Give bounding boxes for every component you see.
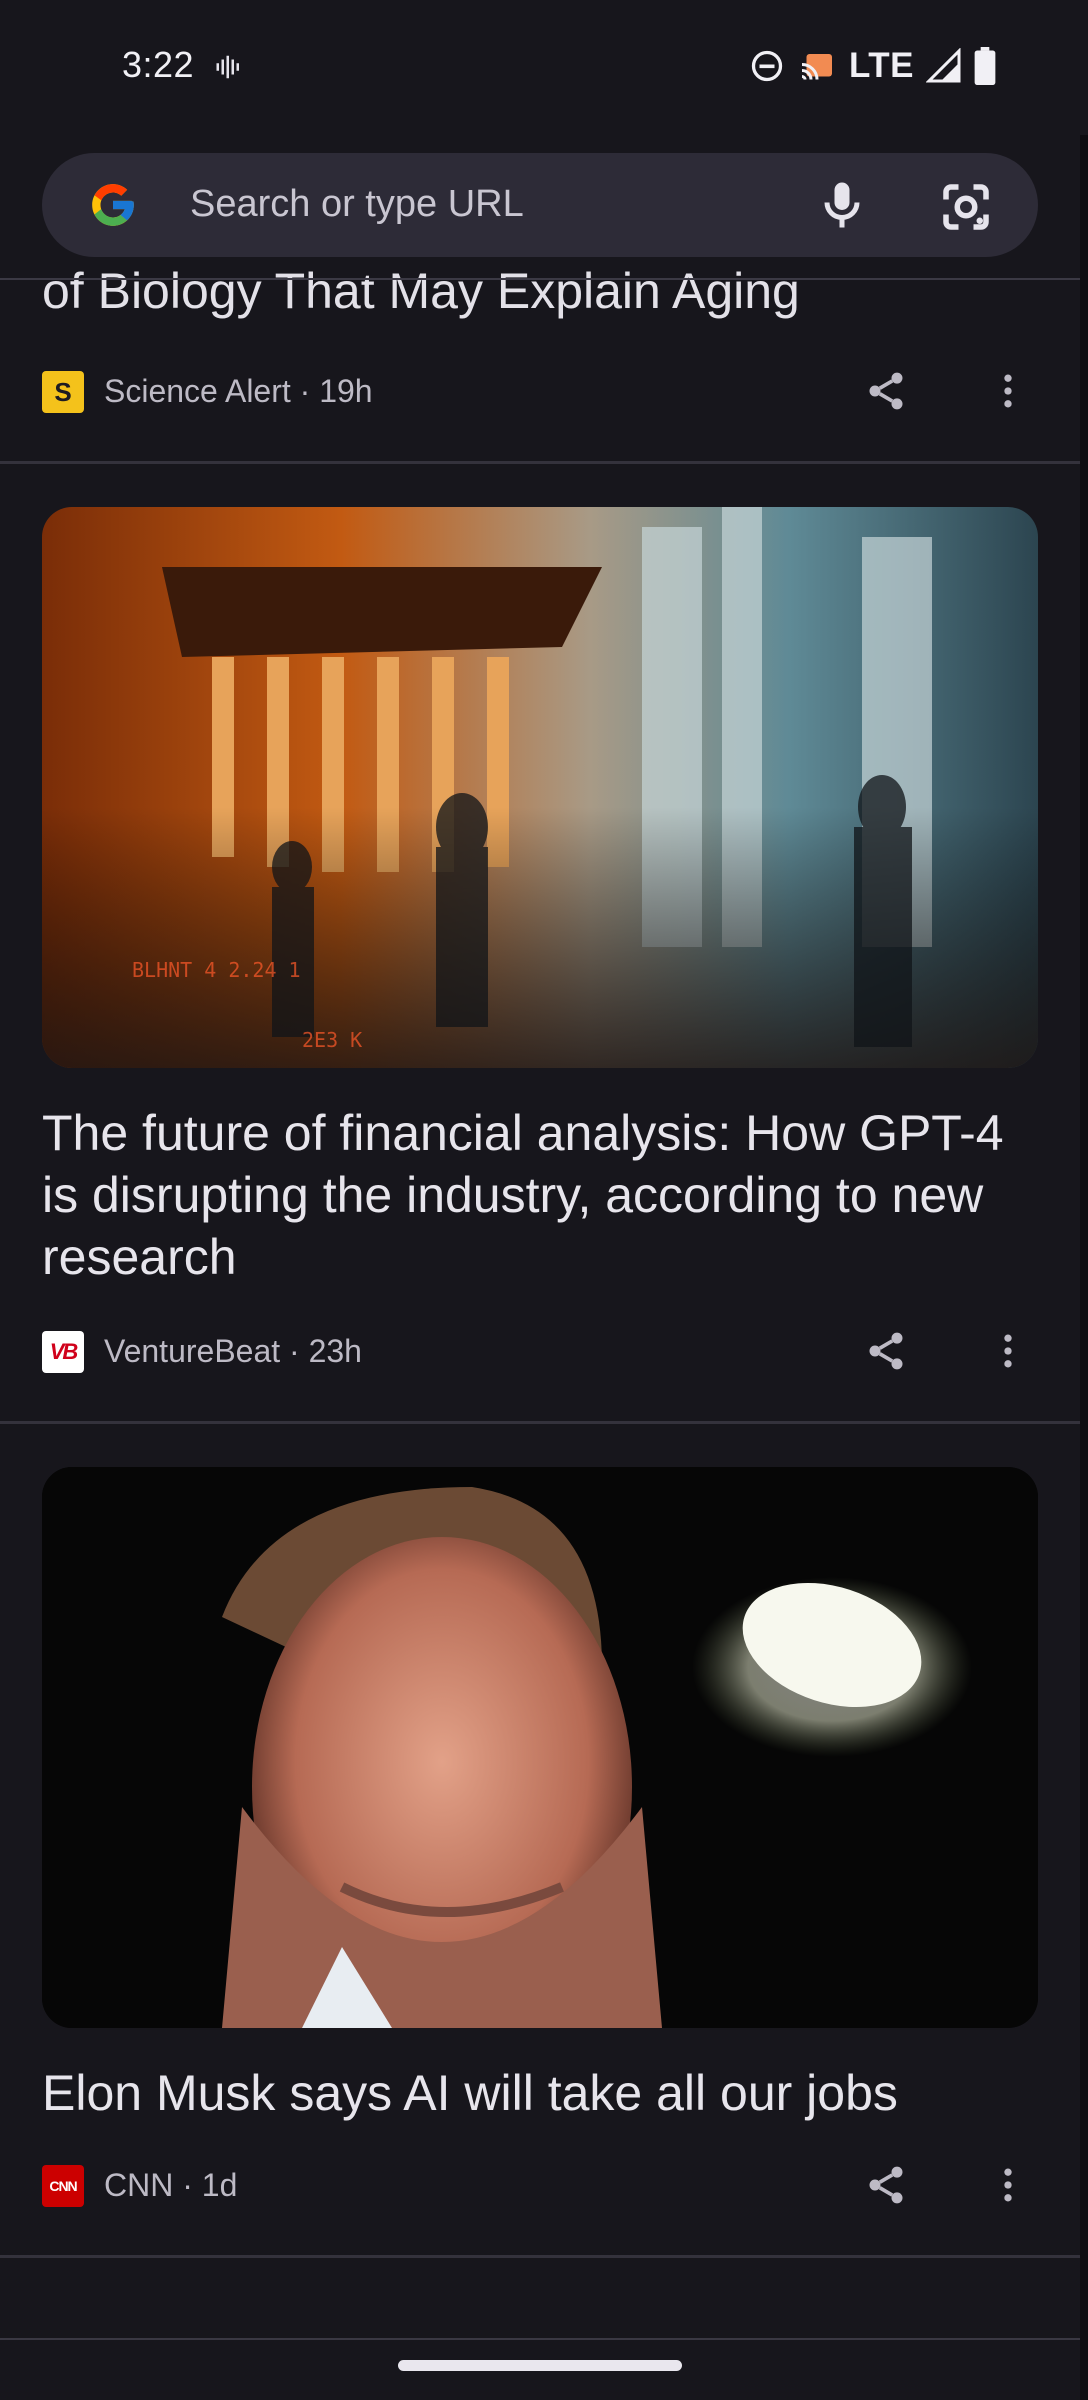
bottom-divider (0, 2338, 1080, 2340)
more-options-icon[interactable] (986, 1329, 1030, 1373)
status-bar: 3:22 LTE (0, 0, 1088, 135)
screen-edge (1080, 0, 1088, 2400)
article-meta: S Science Alert · 19h (42, 369, 1042, 413)
svg-text:BLHNT 4 2.24 1: BLHNT 4 2.24 1 (132, 958, 301, 982)
mic-icon[interactable] (812, 175, 872, 235)
divider (0, 1421, 1080, 1424)
status-icons: LTE (749, 46, 996, 86)
do-not-disturb-icon (751, 50, 783, 82)
more-options-icon[interactable] (986, 369, 1030, 413)
network-type: LTE (848, 46, 914, 85)
svg-text:2E3 K: 2E3 K (302, 1028, 362, 1052)
source-icon-letter: CNN (49, 2178, 77, 2194)
divider (0, 2255, 1080, 2258)
article-title[interactable]: The future of financial analysis: How GP… (42, 1102, 1042, 1288)
battery-icon (974, 47, 996, 85)
source-and-age: CNN · 1d (104, 2167, 238, 2203)
share-icon[interactable] (864, 2163, 908, 2207)
home-indicator[interactable] (398, 2360, 682, 2371)
news-feed: of Biology That May Explain Aging S Scie… (0, 0, 1080, 2400)
article-title[interactable]: of Biology That May Explain Aging (42, 262, 800, 320)
more-options-icon[interactable] (986, 2163, 1030, 2207)
vibrate-icon (216, 55, 239, 79)
lens-icon[interactable] (936, 177, 996, 237)
status-time: 3:22 (122, 44, 195, 85)
divider (0, 461, 1080, 464)
search-bar[interactable]: Search or type URL (42, 153, 1038, 257)
source-icon-letter: S (54, 376, 72, 407)
article-meta: VB VentureBeat · 23h (42, 1329, 1042, 1373)
article-image[interactable] (42, 1467, 1038, 2028)
science-alert-logo-icon: S (42, 371, 84, 413)
toolbar-divider (0, 278, 1080, 280)
search-input[interactable]: Search or type URL (190, 183, 524, 226)
share-icon[interactable] (864, 369, 908, 413)
article-title[interactable]: Elon Musk says AI will take all our jobs (42, 2062, 1042, 2124)
google-logo (92, 184, 134, 226)
source-and-age: VentureBeat · 23h (104, 1333, 362, 1369)
article-image[interactable]: BLHNT 4 2.24 1 2E3 K (42, 507, 1038, 1068)
source-icon-letter: VB (49, 1339, 79, 1364)
signal-icon (926, 48, 961, 83)
venturebeat-logo-icon: VB (42, 1331, 84, 1373)
cast-icon (801, 54, 832, 80)
source-and-age: Science Alert · 19h (104, 373, 373, 409)
share-icon[interactable] (864, 1329, 908, 1373)
cnn-logo-icon: CNN (42, 2165, 84, 2207)
article-meta: CNN CNN · 1d (42, 2163, 1042, 2207)
